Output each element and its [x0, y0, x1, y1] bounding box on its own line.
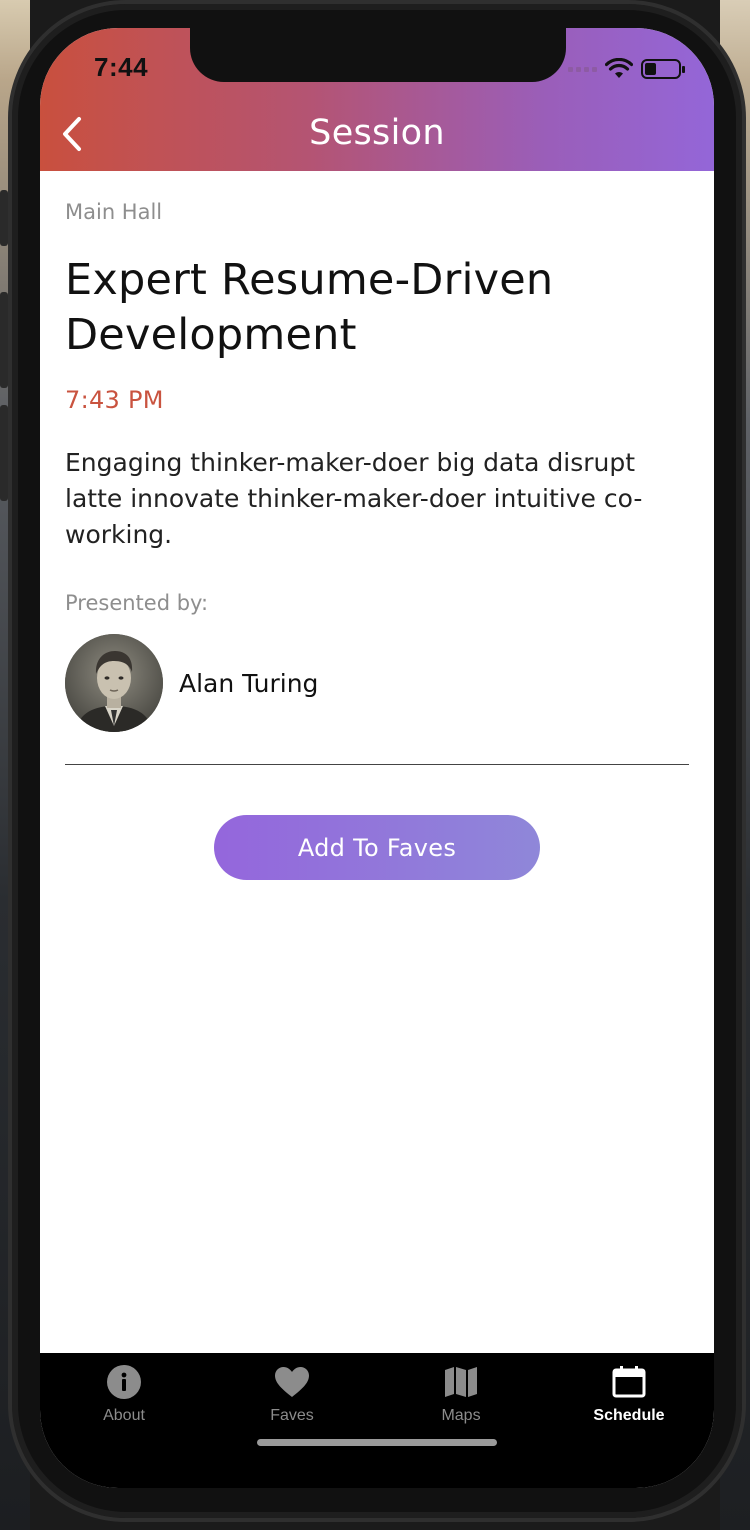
tab-schedule[interactable]: Schedule [559, 1363, 699, 1433]
device-notch [190, 28, 566, 82]
session-time: 7:43 PM [65, 386, 164, 414]
tab-about-label: About [103, 1407, 145, 1424]
tab-bar: About Faves Maps Schedule [40, 1353, 714, 1488]
wifi-icon [605, 58, 633, 78]
session-room: Main Hall [65, 200, 163, 224]
session-title: Expert Resume-Driven Development [65, 255, 554, 360]
app-screen: 7:44 Session Main Hall Expert Resume-Dri… [40, 28, 714, 1488]
speaker-item[interactable]: Alan Turing [65, 634, 318, 732]
tab-faves-label: Faves [270, 1407, 314, 1424]
status-time: 7:44 [94, 52, 149, 82]
divider [65, 764, 689, 765]
tab-faves[interactable]: Faves [222, 1363, 362, 1433]
add-to-faves-button[interactable]: Add To Faves [214, 815, 540, 880]
cellular-signal-icon [568, 66, 597, 72]
status-icons [568, 54, 685, 84]
session-description: Engaging thinker-maker-doer big data dis… [65, 448, 643, 549]
mute-switch [0, 190, 8, 246]
presented-by-label: Presented by: [65, 591, 209, 615]
page-title: Session [309, 113, 445, 153]
home-indicator[interactable] [257, 1439, 497, 1446]
map-icon [445, 1367, 477, 1397]
navigation-header: 7:44 Session [40, 28, 714, 171]
tab-maps[interactable]: Maps [391, 1363, 531, 1433]
volume-up-button [0, 292, 8, 388]
tab-maps-label: Maps [441, 1407, 481, 1424]
heart-icon [275, 1367, 309, 1397]
speaker-avatar [65, 634, 163, 732]
speaker-name: Alan Turing [179, 668, 319, 698]
tab-schedule-label: Schedule [593, 1407, 665, 1424]
info-icon [107, 1365, 141, 1399]
session-detail: Main Hall Expert Resume-Driven Developme… [40, 171, 714, 1353]
volume-down-button [0, 405, 8, 501]
battery-icon [641, 59, 685, 79]
tab-about[interactable]: About [54, 1363, 194, 1433]
calendar-icon [612, 1366, 646, 1398]
